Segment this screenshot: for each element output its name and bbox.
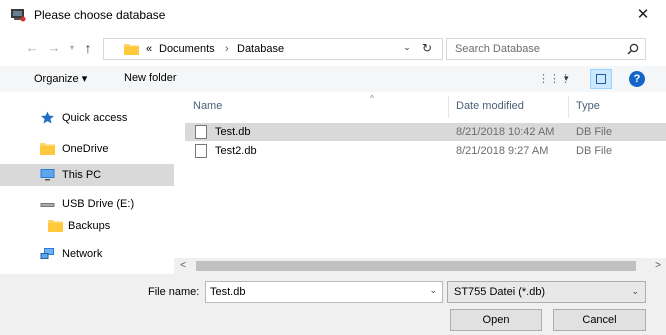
drive-icon xyxy=(40,203,55,207)
breadcrumb-database[interactable]: Database xyxy=(237,43,284,55)
horizontal-scrollbar[interactable]: < > xyxy=(174,258,666,274)
file-row-test-db[interactable]: Test.db 8/21/2018 10:42 AM DB File xyxy=(185,123,666,141)
file-icon xyxy=(195,144,207,158)
open-button[interactable]: Open xyxy=(450,309,542,331)
chevron-down-icon[interactable]: ⌄ xyxy=(429,285,437,296)
column-header-date-modified[interactable]: Date modified xyxy=(456,100,524,112)
nav-item-label: Network xyxy=(62,248,103,260)
breadcrumb-documents[interactable]: Documents xyxy=(159,43,215,55)
back-button[interactable]: ← xyxy=(24,40,40,56)
nav-item-quick-access[interactable]: Quick access xyxy=(0,107,174,129)
navigation-pane: Quick access OneDrive This PC USB Drive … xyxy=(0,95,174,265)
address-dropdown-icon[interactable]: ⌄ xyxy=(401,42,413,53)
breadcrumb-overflow[interactable]: « xyxy=(146,43,152,55)
column-header-name[interactable]: Name xyxy=(193,100,222,112)
file-type: DB File xyxy=(576,145,613,157)
file-type: DB File xyxy=(576,126,613,138)
breadcrumb-separator[interactable]: › xyxy=(225,43,229,55)
file-name-label: File name: xyxy=(148,286,200,298)
address-bar[interactable]: « Documents › Database ⌄ ↻ xyxy=(103,38,443,60)
file-name: Test2.db xyxy=(215,145,257,157)
view-dropdown-icon[interactable]: ▾ xyxy=(564,73,569,84)
file-type-select[interactable]: ST755 Datei (*.db) ⌄ xyxy=(447,281,646,303)
nav-item-usb-drive[interactable]: USB Drive (E:) xyxy=(0,193,174,215)
window-title: Please choose database xyxy=(34,8,166,22)
file-date-modified: 8/21/2018 10:42 AM xyxy=(456,126,555,138)
file-icon xyxy=(195,125,207,139)
monitor-icon xyxy=(40,169,55,181)
scrollbar-thumb[interactable] xyxy=(196,261,636,271)
help-icon[interactable]: ? xyxy=(629,71,645,87)
column-divider[interactable] xyxy=(448,96,449,118)
preview-pane-icon xyxy=(596,74,606,84)
preview-pane-button[interactable] xyxy=(590,69,612,89)
sort-ascending-icon: ^ xyxy=(370,94,374,103)
app-icon xyxy=(11,9,26,22)
nav-item-label: OneDrive xyxy=(62,143,109,155)
nav-item-this-pc[interactable]: This PC xyxy=(0,164,174,186)
scroll-right-button[interactable]: > xyxy=(652,258,664,274)
folder-icon xyxy=(40,143,55,155)
file-name-input[interactable]: Test.db ⌄ xyxy=(205,281,443,303)
nav-item-label: Backups xyxy=(68,220,111,232)
close-button[interactable]: ✕ xyxy=(620,0,666,30)
forward-button[interactable]: → xyxy=(46,40,62,56)
nav-item-label: USB Drive (E:) xyxy=(62,198,135,210)
file-list-header: ^ Name Date modified Type xyxy=(185,94,666,120)
chevron-down-icon: ⌄ xyxy=(631,286,639,296)
up-button[interactable]: ↑ xyxy=(80,40,96,56)
file-date-modified: 8/21/2018 9:27 AM xyxy=(456,145,549,157)
new-folder-button[interactable]: New folder xyxy=(124,72,177,84)
search-placeholder: Search Database xyxy=(455,43,540,55)
cancel-button[interactable]: Cancel xyxy=(553,309,646,331)
recent-locations-button[interactable]: ▾ xyxy=(64,40,80,56)
bottom-panel: File name: Test.db ⌄ ST755 Datei (*.db) … xyxy=(0,274,666,335)
nav-item-onedrive[interactable]: OneDrive xyxy=(0,138,174,160)
address-row: ← → ▾ ↑ « Documents › Database ⌄ ↻ Searc… xyxy=(0,34,666,64)
nav-item-network[interactable]: Network xyxy=(0,243,174,265)
network-icon xyxy=(40,248,54,259)
nav-item-label: This PC xyxy=(62,169,102,181)
command-toolbar: Organize ▾ New folder ⋮⋮⋮ ▾ ? xyxy=(0,66,666,92)
search-icon xyxy=(627,43,639,55)
column-divider[interactable] xyxy=(568,96,569,118)
star-icon xyxy=(41,111,54,124)
nav-item-backups[interactable]: Backups xyxy=(0,215,174,237)
search-input[interactable]: Search Database xyxy=(446,38,646,60)
refresh-icon[interactable]: ↻ xyxy=(420,41,434,55)
file-name-value: Test.db xyxy=(210,286,246,298)
scroll-left-button[interactable]: < xyxy=(177,258,189,274)
organize-button[interactable]: Organize ▾ xyxy=(34,72,87,85)
file-type-value: ST755 Datei (*.db) xyxy=(454,286,546,298)
nav-item-label: Quick access xyxy=(62,112,128,124)
file-row-test2-db[interactable]: Test2.db 8/21/2018 9:27 AM DB File xyxy=(185,142,666,160)
folder-icon xyxy=(48,220,63,232)
title-bar: Please choose database ✕ xyxy=(0,0,666,30)
file-name: Test.db xyxy=(215,126,251,138)
column-header-type[interactable]: Type xyxy=(576,100,600,112)
folder-icon xyxy=(124,44,139,55)
